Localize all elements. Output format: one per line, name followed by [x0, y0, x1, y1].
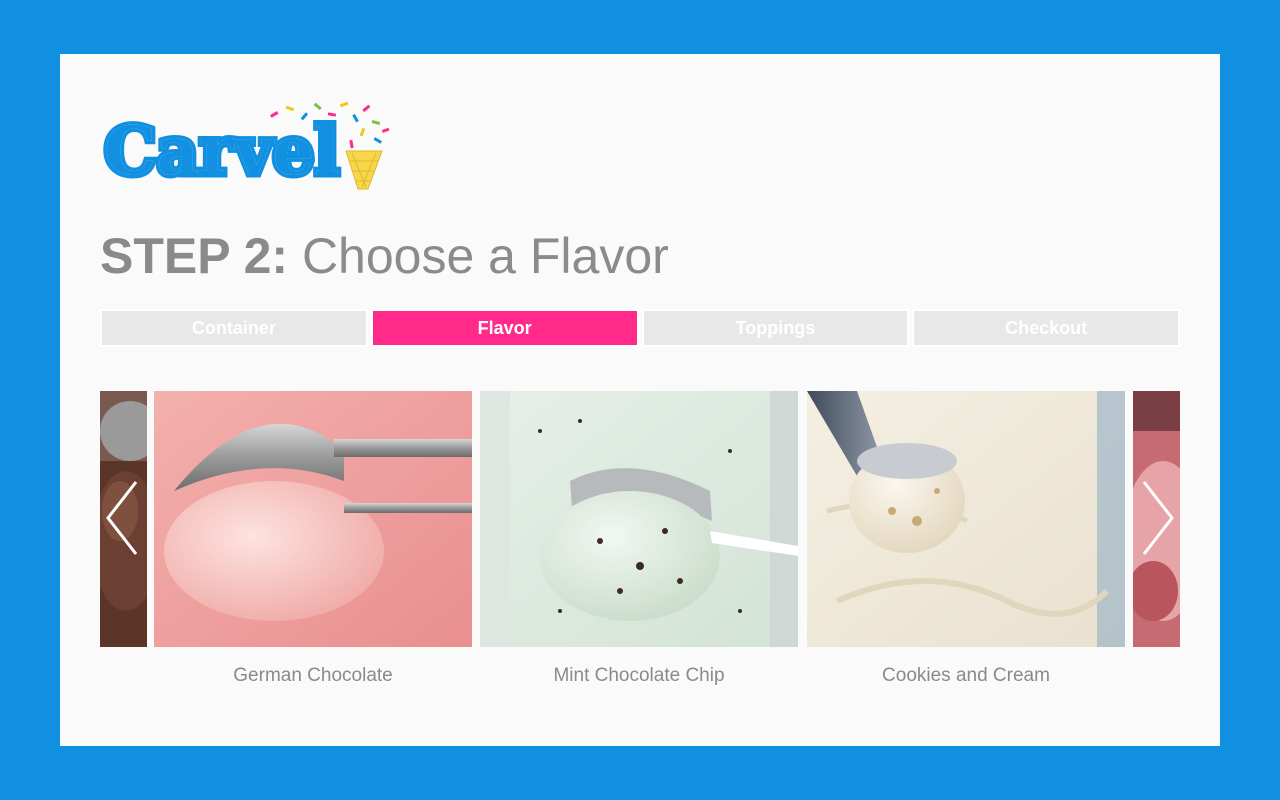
ice-cream-cone-icon [345, 150, 383, 190]
chevron-right-icon[interactable] [1136, 478, 1176, 558]
tab-toppings[interactable]: Toppings [641, 309, 910, 347]
flavor-name[interactable]: German Chocolate [154, 665, 472, 687]
tab-container[interactable]: Container [100, 309, 368, 347]
flavor-tile-cookies-and-cream[interactable] [807, 391, 1125, 647]
flavor-tile-mint-chocolate-chip[interactable] [480, 391, 798, 647]
step-label: STEP 2: [100, 228, 289, 284]
carvel-logo: Carvel Carvel [101, 101, 390, 194]
flavor-name[interactable]: Cookies and Cream [807, 665, 1125, 687]
tab-checkout[interactable]: Checkout [912, 309, 1180, 347]
step-title: Choose a Flavor [288, 228, 669, 284]
flavor-carousel [100, 391, 1180, 647]
page-title: STEP 2: Choose a Flavor [100, 226, 669, 286]
svg-text:Carvel: Carvel [104, 112, 339, 190]
tab-flavor[interactable]: Flavor [370, 309, 639, 347]
chevron-left-icon[interactable] [104, 478, 144, 558]
flavor-name[interactable]: Mint Chocolate Chip [480, 665, 798, 687]
step-tabs: Container Flavor Toppings Checkout [100, 309, 1180, 347]
flavor-tile-german-chocolate[interactable] [154, 391, 472, 647]
flavor-selection-card: Carvel Carvel STEP 2: Choose a Flavor Co… [60, 54, 1220, 746]
